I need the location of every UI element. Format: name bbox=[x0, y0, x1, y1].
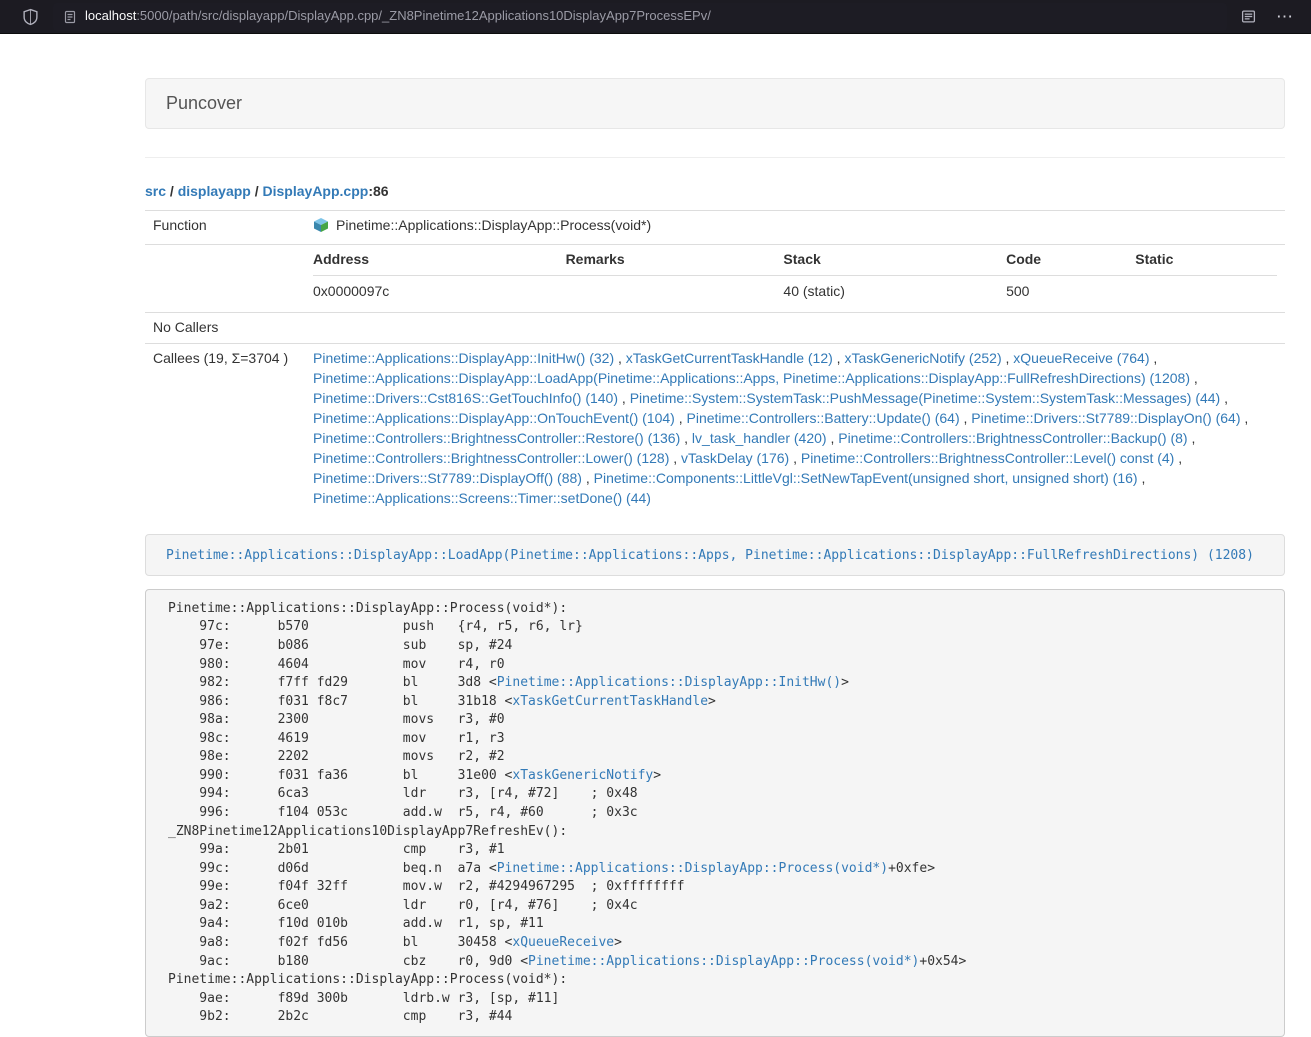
callee-separator: , bbox=[827, 430, 839, 446]
toolbar-actions: ⋯ bbox=[1241, 8, 1297, 25]
reader-view-icon[interactable] bbox=[1241, 9, 1256, 24]
url-bar[interactable]: localhost:5000/path/src/displayapp/Displ… bbox=[53, 3, 1227, 31]
page-content: Puncover src / displayapp / DisplayApp.c… bbox=[145, 34, 1285, 1037]
callee-link[interactable]: Pinetime::Controllers::BrightnessControl… bbox=[801, 450, 1174, 466]
callee-link[interactable]: Pinetime::Controllers::Battery::Update()… bbox=[687, 410, 960, 426]
callee-separator: , bbox=[680, 430, 692, 446]
callee-link[interactable]: Pinetime::Applications::Screens::Timer::… bbox=[313, 490, 651, 506]
breadcrumb-link-src[interactable]: src bbox=[145, 183, 166, 199]
loadapp-panel: Pinetime::Applications::DisplayApp::Load… bbox=[145, 534, 1285, 577]
breadcrumb-separator: / bbox=[166, 183, 178, 199]
stats-row: Address Remarks Stack Code Static 0x0000… bbox=[145, 244, 1285, 312]
callee-separator: , bbox=[1174, 450, 1182, 466]
callee-link[interactable]: Pinetime::Applications::DisplayApp::OnTo… bbox=[313, 410, 675, 426]
stats-static-value bbox=[1135, 275, 1277, 306]
stats-header-static: Static bbox=[1135, 250, 1277, 275]
callee-link[interactable]: Pinetime::Controllers::BrightnessControl… bbox=[838, 430, 1187, 446]
callee-link[interactable]: Pinetime::Components::LittleVgl::SetNewT… bbox=[594, 470, 1138, 486]
stats-cell: Address Remarks Stack Code Static 0x0000… bbox=[305, 244, 1285, 312]
stats-header-remarks: Remarks bbox=[566, 250, 784, 275]
disassembly-symbol-link[interactable]: Pinetime::Applications::DisplayApp::Proc… bbox=[497, 861, 888, 876]
navbar: Puncover bbox=[145, 78, 1285, 129]
function-row: Function Pinetime::Applications::Display… bbox=[145, 210, 1285, 244]
function-icon bbox=[313, 217, 329, 239]
no-callers-cell bbox=[305, 312, 1285, 343]
stats-code-value: 500 bbox=[1006, 275, 1135, 306]
function-name: Pinetime::Applications::DisplayApp::Proc… bbox=[336, 217, 651, 233]
callee-link[interactable]: Pinetime::System::SystemTask::PushMessag… bbox=[630, 390, 1221, 406]
stats-remarks-value bbox=[566, 275, 784, 306]
callees-label: Callees (19, Σ=3704 ) bbox=[145, 343, 305, 513]
brand-puncover[interactable]: Puncover bbox=[166, 91, 242, 117]
disassembly-symbol-link[interactable]: xQueueReceive bbox=[512, 935, 614, 950]
callee-link[interactable]: Pinetime::Applications::DisplayApp::Load… bbox=[313, 370, 1190, 386]
disassembly: Pinetime::Applications::DisplayApp::Proc… bbox=[145, 589, 1285, 1037]
stats-stack-value: 40 (static) bbox=[783, 275, 1006, 306]
no-callers-label: No Callers bbox=[145, 312, 305, 343]
loadapp-link[interactable]: Pinetime::Applications::DisplayApp::Load… bbox=[166, 548, 1254, 563]
breadcrumb-line-number: :86 bbox=[368, 183, 388, 199]
callee-separator: , bbox=[833, 350, 845, 366]
browser-toolbar: localhost:5000/path/src/displayapp/Displ… bbox=[0, 0, 1311, 34]
shield-icon[interactable] bbox=[22, 8, 39, 26]
empty-row-label bbox=[145, 244, 305, 312]
callee-separator: , bbox=[960, 410, 972, 426]
callee-link[interactable]: Pinetime::Drivers::St7789::DisplayOn() (… bbox=[971, 410, 1240, 426]
url-path: :5000/path/src/displayapp/DisplayApp.cpp… bbox=[136, 7, 711, 26]
disassembly-symbol-link[interactable]: xTaskGenericNotify bbox=[512, 768, 653, 783]
page-info-icon[interactable] bbox=[63, 10, 77, 24]
callee-link[interactable]: xTaskGenericNotify (252) bbox=[844, 350, 1001, 366]
callee-link[interactable]: xTaskGetCurrentTaskHandle (12) bbox=[626, 350, 833, 366]
callee-separator: , bbox=[1002, 350, 1014, 366]
url-domain: localhost bbox=[85, 7, 136, 26]
disassembly-symbol-link[interactable]: xTaskGetCurrentTaskHandle bbox=[512, 694, 708, 709]
breadcrumb-link-displayapp[interactable]: displayapp bbox=[178, 183, 251, 199]
callee-separator: , bbox=[1188, 430, 1196, 446]
divider bbox=[145, 157, 1285, 158]
no-callers-row: No Callers bbox=[145, 312, 1285, 343]
stats-address-value: 0x0000097c bbox=[313, 275, 566, 306]
callees-row: Callees (19, Σ=3704 ) Pinetime::Applicat… bbox=[145, 343, 1285, 513]
stats-table: Address Remarks Stack Code Static 0x0000… bbox=[313, 250, 1277, 307]
callee-link[interactable]: Pinetime::Drivers::St7789::DisplayOff() … bbox=[313, 470, 582, 486]
stats-header-address: Address bbox=[313, 250, 566, 275]
callee-link[interactable]: Pinetime::Drivers::Cst816S::GetTouchInfo… bbox=[313, 390, 618, 406]
breadcrumb-link-file[interactable]: DisplayApp.cpp bbox=[263, 183, 369, 199]
callee-link[interactable]: xQueueReceive (764) bbox=[1013, 350, 1149, 366]
callee-separator: , bbox=[1138, 470, 1146, 486]
symbol-table: Function Pinetime::Applications::Display… bbox=[145, 210, 1285, 514]
callee-separator: , bbox=[669, 450, 681, 466]
function-row-label: Function bbox=[145, 210, 305, 244]
disassembly-symbol-link[interactable]: Pinetime::Applications::DisplayApp::Init… bbox=[497, 675, 841, 690]
disassembly-symbol-link[interactable]: Pinetime::Applications::DisplayApp::Proc… bbox=[528, 954, 919, 969]
stats-header-code: Code bbox=[1006, 250, 1135, 275]
callee-link[interactable]: vTaskDelay (176) bbox=[681, 450, 789, 466]
callee-separator: , bbox=[1149, 350, 1157, 366]
breadcrumb: src / displayapp / DisplayApp.cpp:86 bbox=[145, 182, 1285, 202]
callee-separator: , bbox=[582, 470, 594, 486]
callee-separator: , bbox=[675, 410, 687, 426]
callee-link[interactable]: Pinetime::Applications::DisplayApp::Init… bbox=[313, 350, 614, 366]
callee-link[interactable]: Pinetime::Controllers::BrightnessControl… bbox=[313, 450, 669, 466]
callee-separator: , bbox=[1241, 410, 1249, 426]
callee-separator: , bbox=[1190, 370, 1198, 386]
function-cell: Pinetime::Applications::DisplayApp::Proc… bbox=[305, 210, 1285, 244]
callee-separator: , bbox=[614, 350, 626, 366]
callee-separator: , bbox=[789, 450, 801, 466]
callees-cell: Pinetime::Applications::DisplayApp::Init… bbox=[305, 343, 1285, 513]
overflow-menu-icon[interactable]: ⋯ bbox=[1272, 8, 1297, 25]
breadcrumb-separator: / bbox=[251, 183, 263, 199]
callee-link[interactable]: Pinetime::Controllers::BrightnessControl… bbox=[313, 430, 680, 446]
stats-header-stack: Stack bbox=[783, 250, 1006, 275]
callee-separator: , bbox=[1220, 390, 1228, 406]
callee-link[interactable]: lv_task_handler (420) bbox=[692, 430, 827, 446]
callee-separator: , bbox=[618, 390, 630, 406]
